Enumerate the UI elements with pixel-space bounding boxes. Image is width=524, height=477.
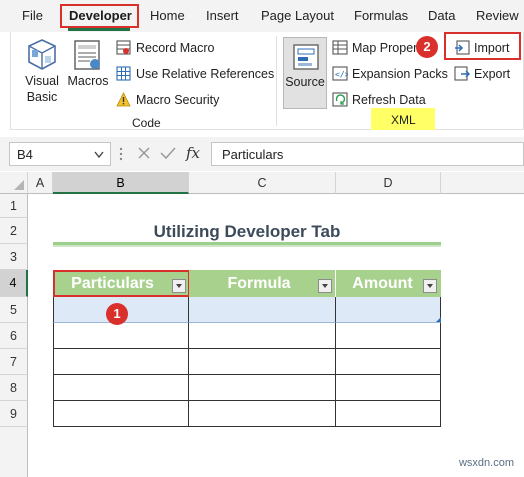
table-cell-b8[interactable] — [53, 375, 189, 401]
row-header-4[interactable]: 4 — [0, 270, 28, 297]
import-highlight — [444, 32, 521, 60]
formula-input[interactable]: Particulars — [211, 142, 524, 166]
watermark: wsxdn.com — [458, 457, 514, 469]
row-header-9[interactable]: 9 — [0, 401, 28, 427]
enter-icon[interactable] — [160, 146, 176, 160]
table-cell-b6[interactable] — [53, 323, 189, 349]
table-resize-handle[interactable] — [436, 317, 441, 322]
source-icon — [293, 44, 319, 70]
chevron-down-icon[interactable] — [94, 151, 104, 159]
filter-dropdown-icon[interactable] — [423, 279, 437, 293]
formula-content: Particulars — [222, 147, 284, 162]
developer-tab-highlight — [60, 4, 139, 28]
code-group-label: Code — [132, 116, 161, 130]
table-cell-c7[interactable] — [189, 349, 336, 375]
column-header-d[interactable]: D — [336, 172, 441, 194]
refresh-data-label: Refresh Data — [352, 93, 426, 107]
table-cell-c6[interactable] — [189, 323, 336, 349]
table-cell-d6[interactable] — [336, 323, 441, 349]
expansion-packs-icon: </> — [332, 66, 348, 81]
column-header-c[interactable]: C — [189, 172, 336, 194]
row-header-2[interactable]: 2 — [0, 218, 28, 244]
table-cell-d5[interactable] — [336, 297, 441, 323]
relative-references-icon — [116, 66, 131, 81]
row-header-3[interactable]: 3 — [0, 244, 28, 270]
table-header-formula-label: Formula — [227, 275, 291, 292]
name-box[interactable]: B4 — [9, 142, 111, 166]
visual-basic-icon — [28, 39, 56, 70]
macros-label: Macros — [67, 74, 109, 88]
column-header-b[interactable]: B — [53, 172, 189, 194]
row-header-5[interactable]: 5 — [0, 297, 28, 323]
row-header-filler — [0, 427, 28, 477]
tab-file[interactable]: File — [22, 8, 43, 23]
tab-home[interactable]: Home — [150, 8, 185, 23]
column-header-e[interactable] — [441, 172, 524, 194]
table-header-amount-label: Amount — [352, 275, 413, 292]
map-properties-icon — [332, 40, 348, 55]
row-header-1[interactable]: 1 — [0, 194, 28, 218]
table-cell-d9[interactable] — [336, 401, 441, 427]
cell-b4-highlight — [53, 270, 190, 297]
table-cell-d8[interactable] — [336, 375, 441, 401]
tab-insert[interactable]: Insert — [206, 8, 239, 23]
record-macro-icon — [116, 40, 131, 55]
table-cell-c5[interactable] — [189, 297, 336, 323]
column-header-a[interactable]: A — [28, 172, 53, 194]
map-properties-label: Map Proper — [352, 41, 418, 55]
row-header-6[interactable]: 6 — [0, 323, 28, 349]
refresh-data-icon — [332, 92, 348, 107]
visual-basic-label-2: Basic — [26, 90, 58, 104]
tab-page-layout[interactable]: Page Layout — [261, 8, 334, 23]
table-cell-b9[interactable] — [53, 401, 189, 427]
tab-review[interactable]: Review — [476, 8, 519, 23]
select-all-corner[interactable] — [0, 172, 28, 194]
export-icon — [454, 66, 470, 81]
cancel-icon[interactable] — [137, 146, 151, 160]
insert-function-icon[interactable]: fx — [186, 144, 200, 162]
step-badge-1: 1 — [106, 303, 128, 325]
table-cell-c9[interactable] — [189, 401, 336, 427]
table-cell-b7[interactable] — [53, 349, 189, 375]
row-header-7[interactable]: 7 — [0, 349, 28, 375]
ribbon-separator — [276, 36, 277, 126]
source-button[interactable]: Source — [283, 37, 327, 109]
filter-dropdown-icon[interactable] — [318, 279, 332, 293]
visual-basic-label-1: Visual — [25, 74, 59, 88]
macros-icon — [74, 40, 100, 70]
record-macro-label: Record Macro — [136, 41, 215, 55]
macro-security-label: Macro Security — [136, 93, 220, 107]
table-header-formula[interactable]: Formula — [189, 270, 336, 297]
expansion-packs-label: Expansion Packs — [352, 67, 448, 81]
corner-triangle-icon — [14, 180, 24, 190]
sheet-title: Utilizing Developer Tab — [53, 218, 441, 245]
tab-data[interactable]: Data — [428, 8, 455, 23]
active-tab-indicator — [68, 28, 130, 31]
svg-text:</>: </> — [335, 70, 348, 79]
warning-icon — [116, 92, 131, 107]
table-cell-c8[interactable] — [189, 375, 336, 401]
tab-formulas[interactable]: Formulas — [354, 8, 408, 23]
more-options-icon[interactable] — [119, 146, 123, 162]
name-box-value: B4 — [17, 147, 33, 162]
step-badge-2: 2 — [416, 36, 438, 58]
row-header-8[interactable]: 8 — [0, 375, 28, 401]
relative-references-label: Use Relative References — [136, 67, 275, 81]
source-label: Source — [285, 75, 325, 89]
export-label: Export — [474, 67, 511, 81]
xml-group-label: XML — [391, 113, 416, 127]
title-underline — [53, 245, 441, 247]
table-cell-d7[interactable] — [336, 349, 441, 375]
